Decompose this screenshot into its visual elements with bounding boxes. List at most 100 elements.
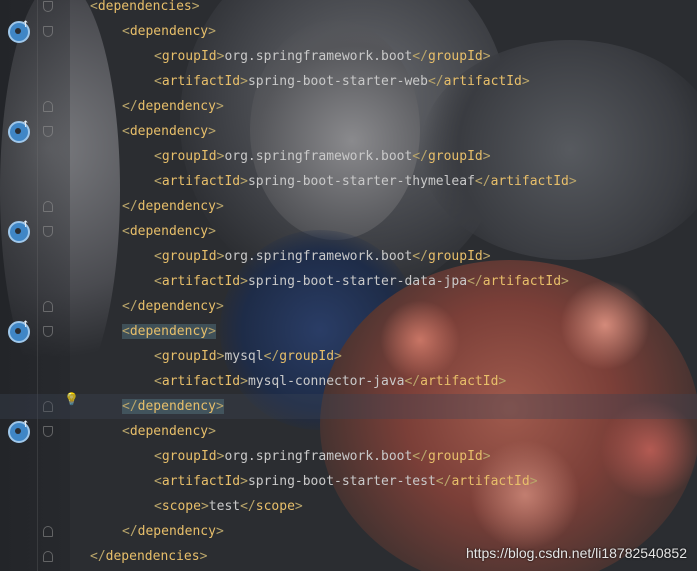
code-content: <artifactId>spring-boot-starter-web</art… <box>154 69 530 94</box>
xml-tag: </dependency> <box>122 524 224 539</box>
tag-value: test <box>208 499 241 514</box>
code-content: <groupId>org.springframework.boot</group… <box>154 144 491 169</box>
tag-name: dependency <box>137 99 216 114</box>
tag-name: groupId <box>427 149 483 164</box>
tag-bracket: < <box>90 0 98 14</box>
code-content: </dependencies> <box>90 544 207 569</box>
tag-bracket: </ <box>122 199 138 214</box>
tag-bracket: < <box>154 74 162 89</box>
tag-name: artifactId <box>482 274 562 289</box>
tag-bracket: > <box>482 49 491 64</box>
tag-bracket: > <box>208 424 216 439</box>
code-content: </dependency> <box>122 194 224 219</box>
tag-bracket: > <box>240 374 248 389</box>
tag-bracket: </ <box>122 524 138 539</box>
xml-tag: </dependency> <box>122 299 224 314</box>
tag-value: org.springframework.boot <box>224 149 413 164</box>
code-content: </dependency> <box>122 294 224 319</box>
tag-bracket: > <box>482 149 491 164</box>
tag-name: dependency <box>129 124 209 139</box>
tag-bracket: > <box>208 324 216 339</box>
xml-editor[interactable]: <dependencies> <dependency> <groupId>org.s… <box>0 0 697 571</box>
tag-bracket: > <box>240 274 248 289</box>
xml-tag: <dependencies> <box>90 0 200 14</box>
code-line[interactable]: </dependency> <box>0 394 697 419</box>
tag-bracket: > <box>240 174 248 189</box>
tag-name: groupId <box>161 349 217 364</box>
tag-bracket: < <box>154 349 162 364</box>
xml-tag: </dependency> <box>122 399 224 414</box>
tag-name: artifactId <box>161 74 241 89</box>
code-content: <artifactId>spring-boot-starter-thymelea… <box>154 169 577 194</box>
tag-bracket: > <box>199 549 208 564</box>
tag-name: groupId <box>161 249 217 264</box>
code-content: <artifactId>mysql-connector-java</artifa… <box>154 369 506 394</box>
tag-bracket: > <box>529 474 538 489</box>
tag-bracket: < <box>154 374 162 389</box>
tag-bracket: < <box>154 149 162 164</box>
tag-bracket: > <box>208 124 216 139</box>
tag-bracket: > <box>215 99 224 114</box>
tag-name: groupId <box>427 249 483 264</box>
code-content: <dependency> <box>122 219 216 244</box>
tag-name: dependency <box>137 199 216 214</box>
tag-name: groupId <box>279 349 335 364</box>
tag-value: spring-boot-starter-data-jpa <box>247 274 468 289</box>
xml-tag: <dependency> <box>122 224 216 239</box>
code-content: <groupId>org.springframework.boot</group… <box>154 44 491 69</box>
tag-bracket: > <box>568 174 577 189</box>
code-content: </dependency> <box>122 519 224 544</box>
tag-bracket: > <box>215 199 224 214</box>
tag-bracket: </ <box>467 274 483 289</box>
xml-tag: <dependency> <box>122 24 216 39</box>
tag-bracket: > <box>334 349 342 364</box>
tag-name: scope <box>161 499 201 514</box>
tag-bracket: < <box>154 174 162 189</box>
tag-bracket: > <box>215 524 224 539</box>
tag-name: dependency <box>129 224 209 239</box>
tag-bracket: < <box>154 499 162 514</box>
tag-name: dependency <box>129 324 209 339</box>
tag-bracket: > <box>191 0 200 14</box>
tag-bracket: </ <box>412 449 428 464</box>
tag-name: dependencies <box>97 0 192 14</box>
xml-tag: <dependency> <box>122 324 216 339</box>
tag-name: artifactId <box>161 474 241 489</box>
tag-name: groupId <box>427 449 483 464</box>
tag-bracket: </ <box>427 74 444 89</box>
xml-tag: </dependency> <box>122 99 224 114</box>
tag-name: dependency <box>129 424 209 439</box>
xml-tag: </dependencies> <box>90 549 207 564</box>
tag-bracket: > <box>482 249 491 264</box>
tag-bracket: </ <box>412 149 428 164</box>
tag-bracket: > <box>215 399 224 414</box>
tag-bracket: </ <box>240 499 256 514</box>
tag-value: mysql-connector-java <box>247 374 405 389</box>
tag-value: spring-boot-starter-thymeleaf <box>247 174 475 189</box>
tag-name: groupId <box>161 149 217 164</box>
tag-name: artifactId <box>161 274 241 289</box>
tag-bracket: < <box>122 124 130 139</box>
tag-bracket: > <box>240 474 248 489</box>
code-content: </dependency> <box>122 394 224 419</box>
tag-bracket: > <box>240 74 248 89</box>
code-content: <groupId>mysql</groupId> <box>154 344 342 369</box>
tag-bracket: > <box>208 224 216 239</box>
tag-bracket: < <box>122 424 130 439</box>
tag-value: org.springframework.boot <box>224 249 413 264</box>
code-content: <dependency> <box>122 19 216 44</box>
tag-name: scope <box>255 499 295 514</box>
tag-value: org.springframework.boot <box>224 449 413 464</box>
code-content: <artifactId>spring-boot-starter-data-jpa… <box>154 269 569 294</box>
xml-tag: <dependency> <box>122 124 216 139</box>
xml-tag: </dependency> <box>122 199 224 214</box>
tag-bracket: </ <box>474 174 491 189</box>
code-content: <dependency> <box>122 319 216 344</box>
tag-name: dependencies <box>105 549 200 564</box>
tag-bracket: > <box>482 449 491 464</box>
tag-bracket: > <box>215 299 224 314</box>
tag-bracket: > <box>294 499 303 514</box>
tag-bracket: < <box>154 274 162 289</box>
tag-name: artifactId <box>161 374 241 389</box>
tag-bracket: < <box>122 324 130 339</box>
